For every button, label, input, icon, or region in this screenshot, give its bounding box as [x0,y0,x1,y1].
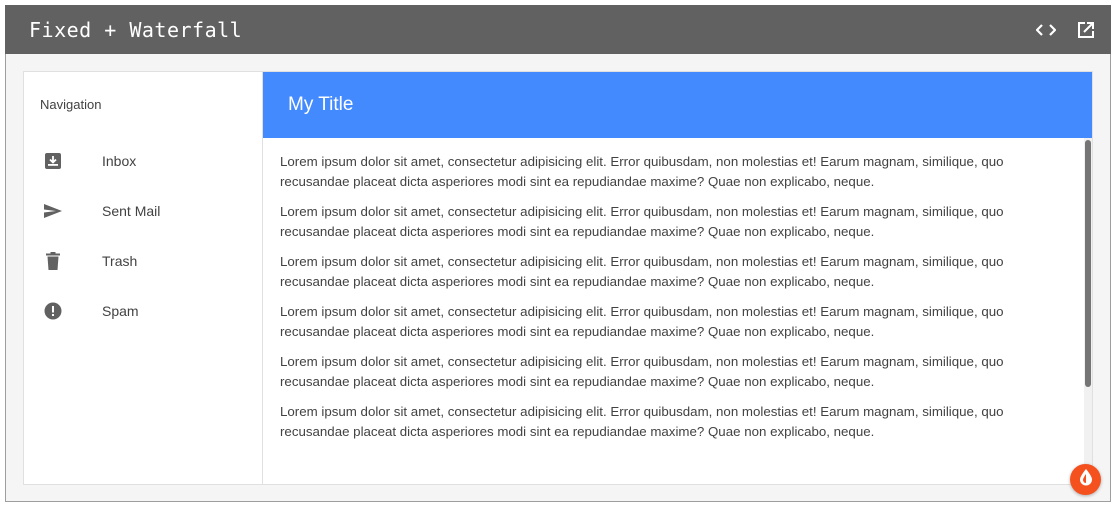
top-bar-actions [1035,19,1097,41]
content-paragraph: Lorem ipsum dolor sit amet, consectetur … [280,154,1004,189]
content-paragraph: Lorem ipsum dolor sit amet, consectetur … [280,304,1004,339]
drop-icon [1079,468,1093,491]
nav-item-spam[interactable]: Spam [24,286,262,336]
open-in-new-icon[interactable] [1075,19,1097,41]
nav-item-inbox[interactable]: Inbox [24,136,262,186]
nav-item-label: Spam [102,303,139,319]
floating-action-button[interactable] [1070,464,1101,495]
nav-item-label: Trash [102,253,138,269]
content-paragraph: Lorem ipsum dolor sit amet, consectetur … [280,204,1004,239]
drawer-title: Navigation [40,96,102,112]
nav-item-label: Inbox [102,153,137,169]
page-title: Fixed + Waterfall [29,17,243,42]
scrollbar-thumb[interactable] [1085,140,1091,387]
content-paragraph: Lorem ipsum dolor sit amet, consectetur … [280,404,1004,439]
nav-item-sent-mail[interactable]: Sent Mail [24,186,262,236]
content-paragraph: Lorem ipsum dolor sit amet, consectetur … [280,254,1004,289]
content-paragraph: Lorem ipsum dolor sit amet, consectetur … [280,354,1004,389]
main-content[interactable]: Lorem ipsum dolor sit amet, consectetur … [263,138,1092,484]
top-bar: Fixed + Waterfall [5,5,1111,54]
code-icon[interactable] [1035,19,1057,41]
inbox-icon [43,151,63,171]
content-scrollbar[interactable] [1084,138,1092,484]
report-icon [43,301,63,321]
nav-item-label: Sent Mail [102,203,161,219]
demo-layout: Navigation Inbox Sent Mail Trash Spam My… [23,71,1093,485]
navigation-drawer: Navigation Inbox Sent Mail Trash Spam [24,72,263,484]
trash-icon [43,251,63,271]
demo-frame: Navigation Inbox Sent Mail Trash Spam My… [5,54,1111,502]
app-bar: My Title [263,72,1092,138]
app-bar-title: My Title [288,94,354,115]
nav-item-trash[interactable]: Trash [24,236,262,286]
send-icon [43,201,63,221]
